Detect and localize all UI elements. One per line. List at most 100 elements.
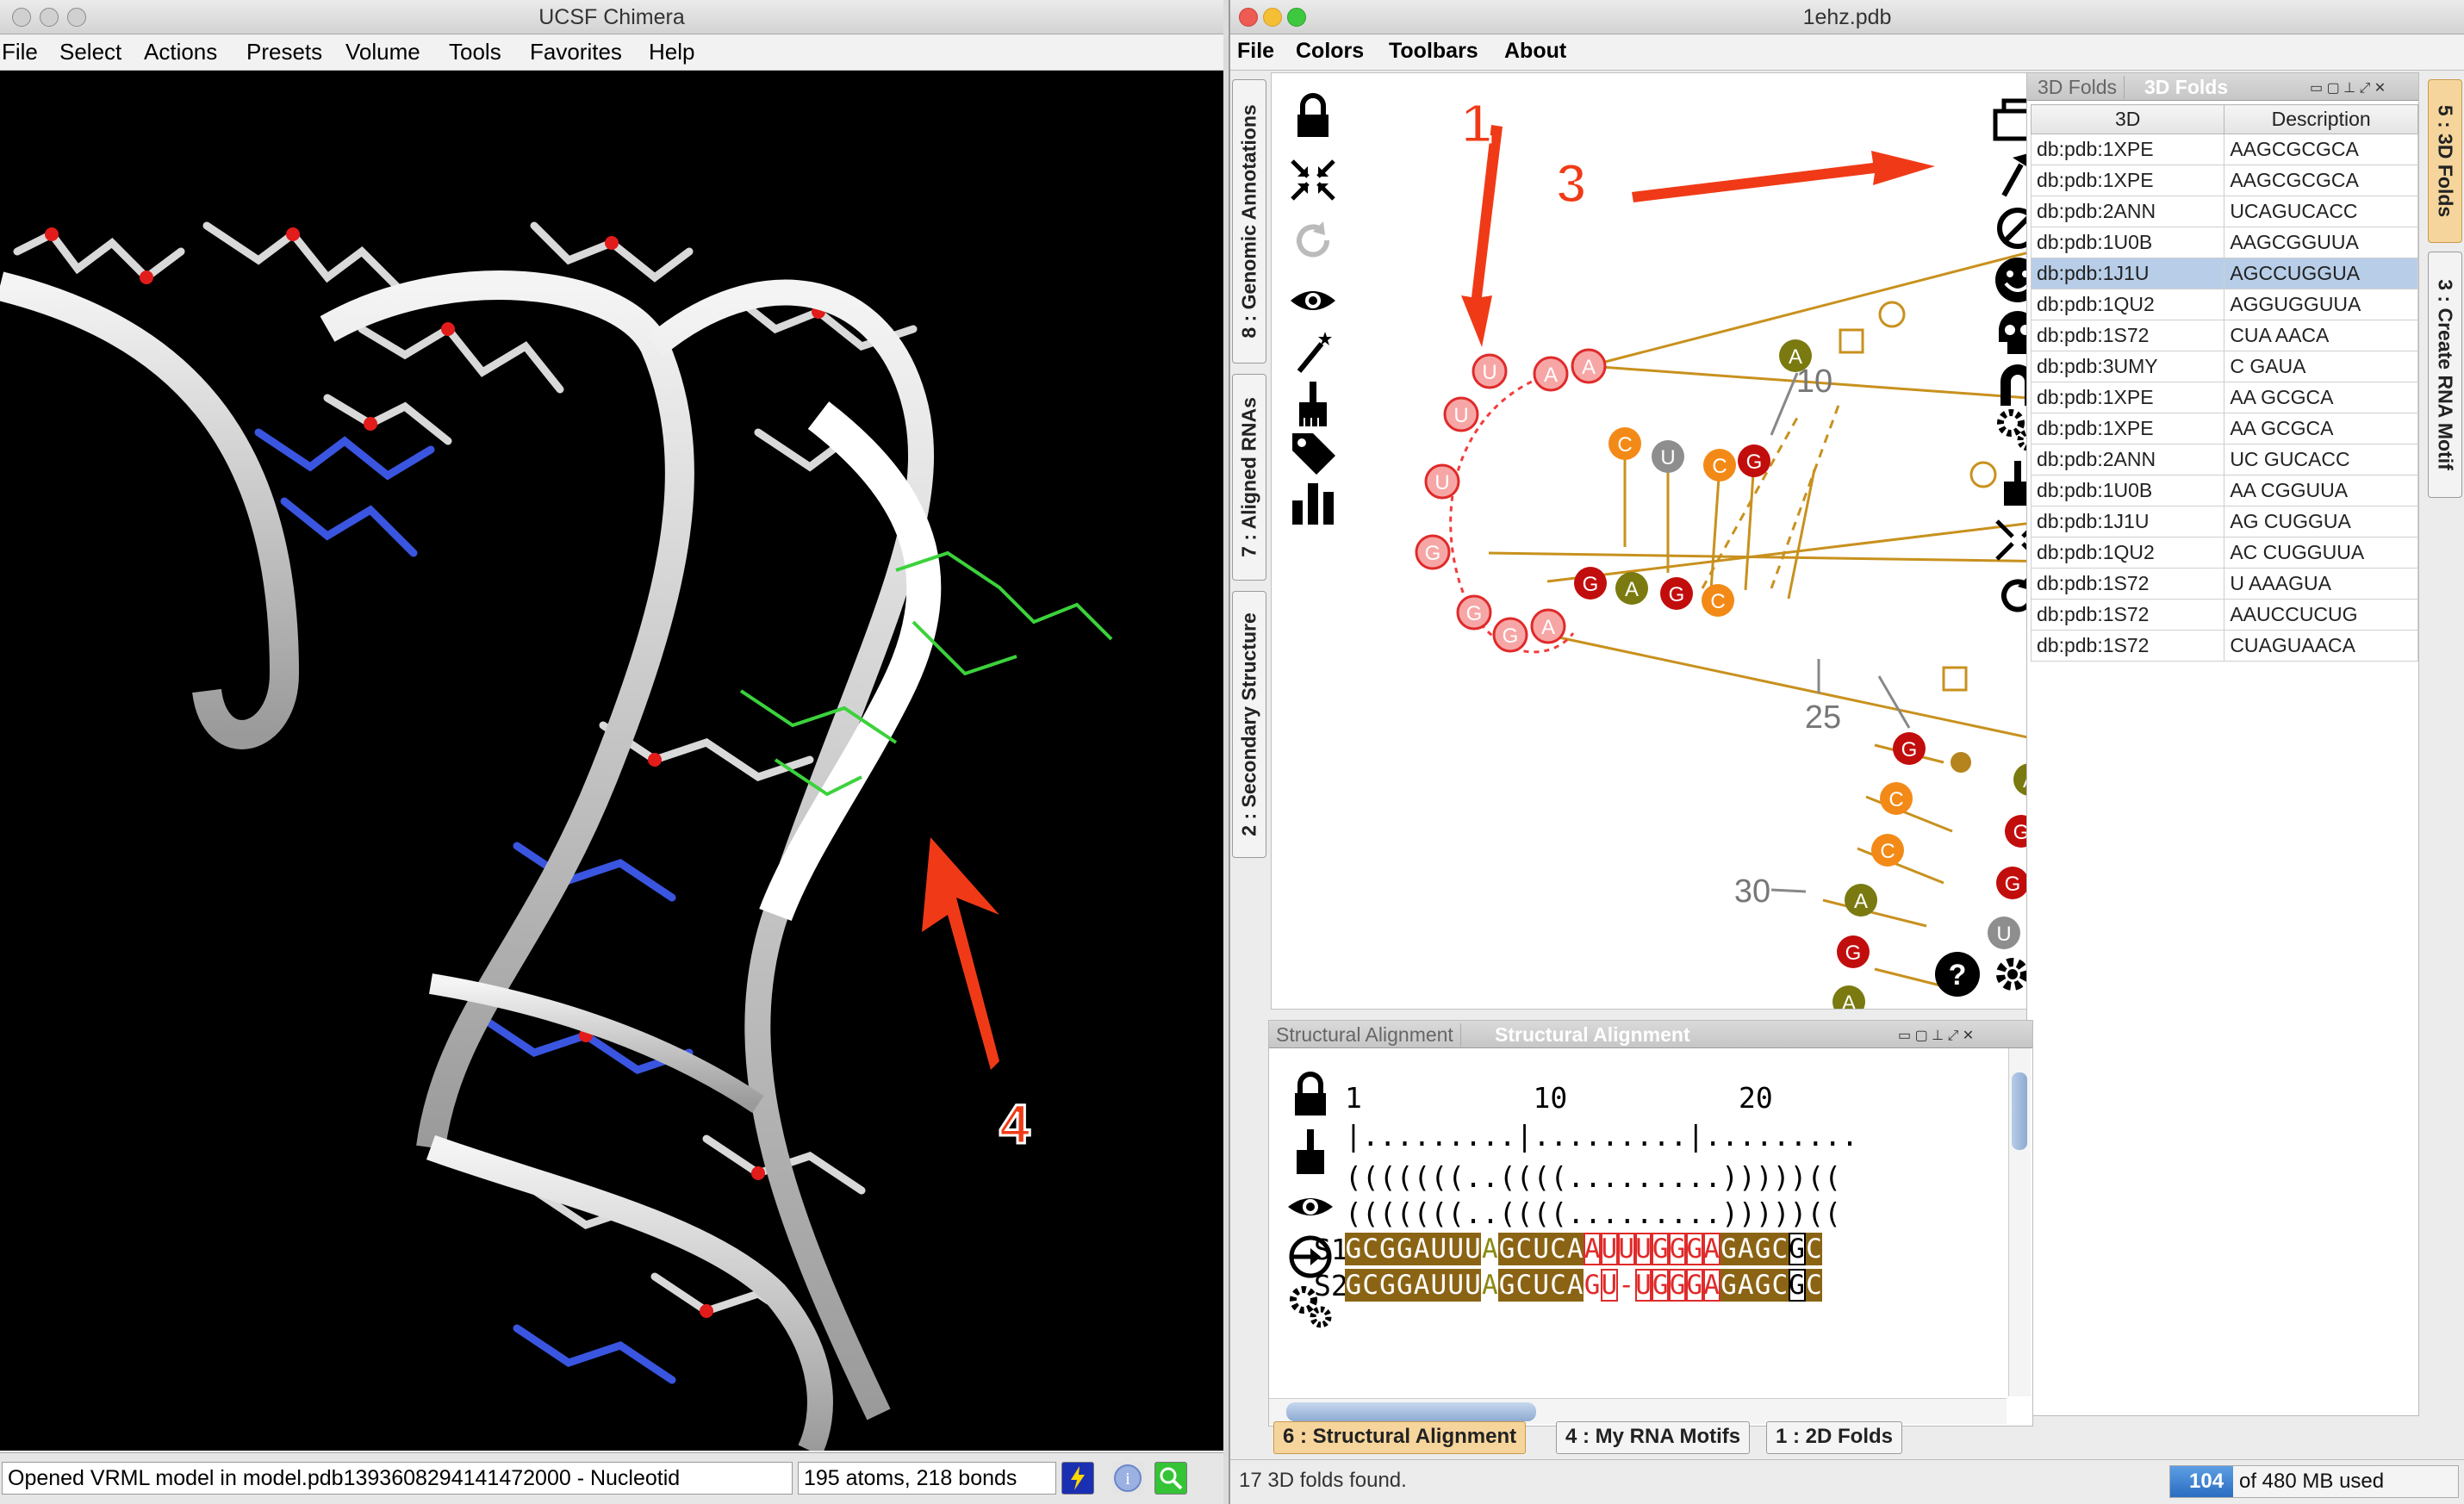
nucleotide[interactable]: G — [1788, 1233, 1806, 1265]
nucleotide[interactable]: C — [1515, 1269, 1533, 1302]
column-header-3d[interactable]: 3D — [2030, 104, 2225, 134]
fold-id-cell[interactable]: db:pdb:1U0B — [2030, 227, 2225, 258]
nucleotide[interactable]: U — [1429, 1233, 1447, 1265]
nucleotide[interactable]: - — [1617, 1269, 1635, 1302]
nucleotide[interactable]: A — [1413, 1233, 1430, 1265]
nucleotide[interactable]: C — [1770, 1269, 1789, 1302]
nucleotide[interactable]: U — [1447, 1233, 1465, 1265]
nucleotide[interactable]: C — [1770, 1233, 1789, 1265]
fold-id-cell[interactable]: db:pdb:1XPE — [2030, 382, 2225, 413]
nucleotide[interactable]: U — [1447, 1269, 1465, 1302]
nucleotide[interactable]: G — [1669, 1269, 1686, 1302]
table-row[interactable]: db:pdb:2ANN UCAGUCACC — [2030, 196, 2418, 227]
panel-controls-icon[interactable]: ▭ ▢ ⊥ ⤢ ✕ — [1898, 1027, 1974, 1044]
fold-description-cell[interactable]: CUAGUAACA — [2224, 630, 2418, 662]
fold-id-cell[interactable]: db:pdb:1XPE — [2030, 413, 2225, 444]
nucleotide[interactable]: C — [1361, 1269, 1379, 1302]
menu-select[interactable]: Select — [59, 39, 121, 65]
table-row[interactable]: db:pdb:1S72 AAUCCUCUG — [2030, 599, 2418, 631]
tab-create-rna-motif[interactable]: 3 : Create RNA Motif — [2428, 252, 2462, 498]
nucleotide[interactable]: A — [1702, 1233, 1720, 1265]
vertical-scrollbar[interactable] — [2008, 1048, 2031, 1396]
tab-my-rna-motifs[interactable]: 4 : My RNA Motifs — [1556, 1421, 1751, 1454]
folds-table[interactable]: 3D Description db:pdb:1XPE AAGCGCGCA db:pd… — [2030, 104, 2418, 662]
fold-description-cell[interactable]: AGGUGGUUA — [2224, 289, 2418, 320]
nucleotide[interactable]: G — [1720, 1233, 1738, 1265]
fold-id-cell[interactable]: db:pdb:3UMY — [2030, 351, 2225, 382]
table-row[interactable]: db:pdb:1J1U AGCCUGGUA — [2030, 258, 2418, 289]
menu-toolbars[interactable]: Toolbars — [1389, 39, 1478, 64]
nucleotide[interactable]: G — [1720, 1269, 1738, 1302]
nucleotide[interactable]: A — [1584, 1233, 1601, 1265]
tab-3d-folds-inactive[interactable]: 3D Folds — [2031, 76, 2125, 99]
column-header-description[interactable]: Description — [2224, 104, 2418, 134]
table-row[interactable]: db:pdb:1XPE AA GCGCA — [2030, 382, 2418, 413]
tag-icon[interactable] — [1287, 428, 1339, 476]
tab-structural-alignment-inactive[interactable]: Structural Alignment — [1269, 1023, 1461, 1047]
nucleotide[interactable]: G — [1498, 1233, 1515, 1265]
alignment-view[interactable]: 1 10 20 |.........|.........|......... (… — [1269, 1048, 2007, 1396]
lock-icon[interactable] — [1287, 92, 1339, 140]
nucleotide[interactable]: A — [1481, 1233, 1499, 1265]
table-row[interactable]: db:pdb:1XPE AAGCGCGCA — [2030, 134, 2418, 165]
menu-file[interactable]: File — [2, 39, 38, 65]
nucleotide[interactable]: G — [1685, 1233, 1703, 1265]
nucleotide[interactable]: C — [1549, 1269, 1567, 1302]
refresh-icon[interactable] — [1287, 216, 1339, 264]
table-row[interactable]: db:pdb:1XPE AAGCGCGCA — [2030, 165, 2418, 196]
fold-description-cell[interactable]: U AAAGUA — [2224, 568, 2418, 600]
tab-structural-alignment[interactable]: 6 : Structural Alignment — [1273, 1421, 1527, 1454]
search-icon[interactable] — [1154, 1462, 1187, 1495]
lightning-icon[interactable] — [1061, 1462, 1094, 1495]
nucleotide[interactable]: G — [1345, 1233, 1362, 1265]
tab-3d-folds[interactable]: 5 : 3D Folds — [2428, 79, 2462, 243]
tab-secondary-structure[interactable]: 2 : Secondary Structure — [1232, 591, 1266, 858]
menu-help[interactable]: Help — [649, 39, 694, 65]
fold-id-cell[interactable]: db:pdb:2ANN — [2030, 196, 2225, 227]
fold-description-cell[interactable]: C GAUA — [2224, 351, 2418, 382]
molecular-viewer[interactable]: 4 — [0, 71, 1223, 1457]
nucleotide[interactable]: U — [1532, 1269, 1550, 1302]
paintbrush-icon[interactable] — [1287, 380, 1339, 428]
menu-favorites[interactable]: Favorites — [530, 39, 622, 65]
nucleotide[interactable]: A — [1737, 1269, 1755, 1302]
table-row[interactable]: db:pdb:1XPE AA GCGCA — [2030, 413, 2418, 444]
nucleotide[interactable]: G — [1498, 1269, 1515, 1302]
nucleotide[interactable]: C — [1805, 1233, 1823, 1265]
info-icon[interactable]: i — [1111, 1462, 1144, 1495]
fold-id-cell[interactable]: db:pdb:2ANN — [2030, 444, 2225, 475]
fold-id-cell[interactable]: db:pdb:1QU2 — [2030, 289, 2225, 320]
nucleotide[interactable]: G — [1685, 1269, 1703, 1302]
help-icon[interactable]: ? — [1932, 950, 1983, 998]
nucleotide[interactable]: U — [1634, 1269, 1652, 1302]
nucleotide[interactable]: A — [1737, 1233, 1755, 1265]
tab-2d-folds[interactable]: 1 : 2D Folds — [1766, 1421, 1903, 1454]
nucleotide[interactable]: G — [1584, 1269, 1601, 1302]
fold-id-cell[interactable]: db:pdb:1J1U — [2030, 506, 2225, 538]
paintbrush-icon[interactable] — [1285, 1128, 1336, 1176]
nucleotide[interactable]: U — [1600, 1269, 1618, 1302]
fold-id-cell[interactable]: db:pdb:1S72 — [2030, 599, 2225, 631]
tab-structural-alignment-active[interactable]: Structural Alignment — [1495, 1023, 1690, 1047]
tab-genomic-annotations[interactable]: 8 : Genomic Annotations — [1232, 79, 1266, 364]
lock-icon[interactable] — [1285, 1071, 1336, 1119]
horizontal-scroll-thumb[interactable] — [1286, 1402, 1536, 1421]
fold-id-cell[interactable]: db:pdb:1J1U — [2030, 258, 2225, 289]
eye-icon[interactable] — [1285, 1183, 1336, 1231]
panel-controls-icon[interactable]: ▭ ▢ ⊥ ⤢ ✕ — [2310, 79, 2386, 96]
tab-3d-folds-active[interactable]: 3D Folds — [2144, 76, 2228, 99]
secondary-structure-panel[interactable]: UAAU UGGGA C U C G A G A G C G C C A G A… — [1271, 72, 2056, 1010]
nucleotide[interactable]: G — [1652, 1269, 1670, 1302]
fold-id-cell[interactable]: db:pdb:1XPE — [2030, 134, 2225, 165]
fold-id-cell[interactable]: db:pdb:1S72 — [2030, 568, 2225, 600]
secondary-structure-drawing[interactable]: U A AU UGGG A C U C G A G A G C G C C A … — [1341, 73, 2056, 1009]
menu-actions[interactable]: Actions — [144, 39, 217, 65]
menu-volume[interactable]: Volume — [345, 39, 420, 65]
fold-description-cell[interactable]: AA CGGUUA — [2224, 475, 2418, 507]
nucleotide[interactable]: U — [1532, 1233, 1550, 1265]
fold-description-cell[interactable]: CUA AACA — [2224, 320, 2418, 351]
tab-aligned-rnas[interactable]: 7 : Aligned RNAs — [1232, 374, 1266, 581]
table-row[interactable]: db:pdb:1S72 CUAGUAACA — [2030, 630, 2418, 662]
nucleotide[interactable]: G — [1788, 1269, 1806, 1302]
fold-description-cell[interactable]: AAUCCUCUG — [2224, 599, 2418, 631]
